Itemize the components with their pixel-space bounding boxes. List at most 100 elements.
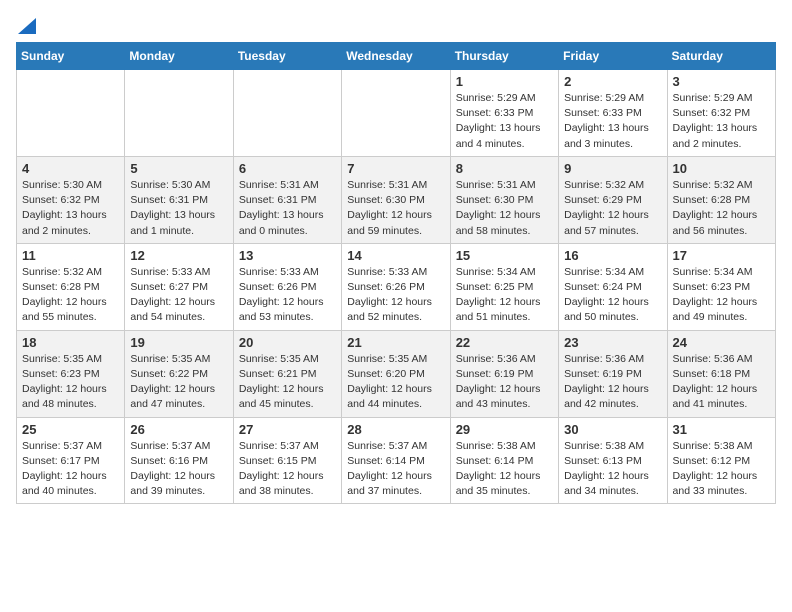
calendar-cell: 22Sunrise: 5:36 AM Sunset: 6:19 PM Dayli… (450, 330, 558, 417)
day-info: Sunrise: 5:34 AM Sunset: 6:23 PM Dayligh… (673, 265, 770, 326)
day-info: Sunrise: 5:38 AM Sunset: 6:12 PM Dayligh… (673, 439, 770, 500)
day-number: 17 (673, 248, 770, 263)
weekday-header-saturday: Saturday (667, 43, 775, 70)
calendar-cell: 16 Sunrise: 5:34 AM Sunset: 6:24 PM Dayli… (559, 243, 667, 330)
calendar-cell: 13Sunrise: 5:33 AM Sunset: 6:26 PM Dayli… (233, 243, 341, 330)
calendar-week-1: 1 Sunrise: 5:29 AM Sunset: 6:33 PM Daylig… (17, 70, 776, 157)
day-number: 16 (564, 248, 661, 263)
calendar-cell: 27Sunrise: 5:37 AM Sunset: 6:15 PM Dayli… (233, 417, 341, 504)
day-number: 12 (130, 248, 227, 263)
day-number: 18 (22, 335, 119, 350)
weekday-header-monday: Monday (125, 43, 233, 70)
day-number: 21 (347, 335, 444, 350)
day-info: Sunrise: 5:33 AM Sunset: 6:26 PM Dayligh… (239, 265, 336, 326)
day-number: 1 (456, 74, 553, 89)
day-info: Sunrise: 5:32 AM Sunset: 6:29 PM Dayligh… (564, 178, 661, 239)
day-info: Sunrise: 5:37 AM Sunset: 6:17 PM Dayligh… (22, 439, 119, 500)
day-info: Sunrise: 5:29 AM Sunset: 6:33 PM Dayligh… (564, 91, 661, 152)
calendar-cell: 10 Sunrise: 5:32 AM Sunset: 6:28 PM Dayli… (667, 156, 775, 243)
day-info: Sunrise: 5:35 AM Sunset: 6:23 PM Dayligh… (22, 352, 119, 413)
day-info: Sunrise: 5:30 AM Sunset: 6:31 PM Dayligh… (130, 178, 227, 239)
calendar-cell: 25 Sunrise: 5:37 AM Sunset: 6:17 PM Dayli… (17, 417, 125, 504)
day-number: 2 (564, 74, 661, 89)
day-info: Sunrise: 5:36 AM Sunset: 6:19 PM Dayligh… (564, 352, 661, 413)
calendar-cell: 5 Sunrise: 5:30 AM Sunset: 6:31 PM Daylig… (125, 156, 233, 243)
day-number: 8 (456, 161, 553, 176)
weekday-header-friday: Friday (559, 43, 667, 70)
day-info: Sunrise: 5:38 AM Sunset: 6:13 PM Dayligh… (564, 439, 661, 500)
calendar-week-5: 25 Sunrise: 5:37 AM Sunset: 6:17 PM Dayli… (17, 417, 776, 504)
day-info: Sunrise: 5:34 AM Sunset: 6:25 PM Dayligh… (456, 265, 553, 326)
day-number: 22 (456, 335, 553, 350)
calendar-cell (342, 70, 450, 157)
day-number: 29 (456, 422, 553, 437)
calendar-cell: 20 Sunrise: 5:35 AM Sunset: 6:21 PM Dayli… (233, 330, 341, 417)
day-number: 4 (22, 161, 119, 176)
day-info: Sunrise: 5:31 AM Sunset: 6:30 PM Dayligh… (456, 178, 553, 239)
day-info: Sunrise: 5:37 AM Sunset: 6:15 PM Dayligh… (239, 439, 336, 500)
weekday-header-tuesday: Tuesday (233, 43, 341, 70)
calendar-cell: 2 Sunrise: 5:29 AM Sunset: 6:33 PM Daylig… (559, 70, 667, 157)
day-number: 15 (456, 248, 553, 263)
calendar-week-2: 4 Sunrise: 5:30 AM Sunset: 6:32 PM Daylig… (17, 156, 776, 243)
calendar-cell: 9 Sunrise: 5:32 AM Sunset: 6:29 PM Daylig… (559, 156, 667, 243)
calendar-cell: 3 Sunrise: 5:29 AM Sunset: 6:32 PM Daylig… (667, 70, 775, 157)
day-number: 9 (564, 161, 661, 176)
day-number: 31 (673, 422, 770, 437)
day-info: Sunrise: 5:29 AM Sunset: 6:32 PM Dayligh… (673, 91, 770, 152)
calendar-cell: 28Sunrise: 5:37 AM Sunset: 6:14 PM Dayli… (342, 417, 450, 504)
calendar-week-3: 11 Sunrise: 5:32 AM Sunset: 6:28 PM Dayli… (17, 243, 776, 330)
day-info: Sunrise: 5:32 AM Sunset: 6:28 PM Dayligh… (673, 178, 770, 239)
calendar-cell: 7 Sunrise: 5:31 AM Sunset: 6:30 PM Daylig… (342, 156, 450, 243)
day-info: Sunrise: 5:33 AM Sunset: 6:26 PM Dayligh… (347, 265, 444, 326)
day-info: Sunrise: 5:35 AM Sunset: 6:21 PM Dayligh… (239, 352, 336, 413)
weekday-header-wednesday: Wednesday (342, 43, 450, 70)
calendar-cell: 19Sunrise: 5:35 AM Sunset: 6:22 PM Dayli… (125, 330, 233, 417)
calendar-cell: 17 Sunrise: 5:34 AM Sunset: 6:23 PM Dayli… (667, 243, 775, 330)
day-info: Sunrise: 5:35 AM Sunset: 6:22 PM Dayligh… (130, 352, 227, 413)
day-info: Sunrise: 5:29 AM Sunset: 6:33 PM Dayligh… (456, 91, 553, 152)
day-number: 23 (564, 335, 661, 350)
day-number: 30 (564, 422, 661, 437)
day-number: 5 (130, 161, 227, 176)
day-number: 6 (239, 161, 336, 176)
calendar-cell: 6Sunrise: 5:31 AM Sunset: 6:31 PM Daylig… (233, 156, 341, 243)
calendar-cell: 23 Sunrise: 5:36 AM Sunset: 6:19 PM Dayli… (559, 330, 667, 417)
calendar-header-row: SundayMondayTuesdayWednesdayThursdayFrid… (17, 43, 776, 70)
calendar-cell: 11 Sunrise: 5:32 AM Sunset: 6:28 PM Dayli… (17, 243, 125, 330)
day-number: 7 (347, 161, 444, 176)
day-number: 20 (239, 335, 336, 350)
calendar-cell: 18 Sunrise: 5:35 AM Sunset: 6:23 PM Dayli… (17, 330, 125, 417)
calendar-cell: 15 Sunrise: 5:34 AM Sunset: 6:25 PM Dayli… (450, 243, 558, 330)
day-info: Sunrise: 5:32 AM Sunset: 6:28 PM Dayligh… (22, 265, 119, 326)
day-number: 25 (22, 422, 119, 437)
calendar-table: SundayMondayTuesdayWednesdayThursdayFrid… (16, 42, 776, 504)
calendar-cell: 1 Sunrise: 5:29 AM Sunset: 6:33 PM Daylig… (450, 70, 558, 157)
day-number: 28 (347, 422, 444, 437)
day-info: Sunrise: 5:34 AM Sunset: 6:24 PM Dayligh… (564, 265, 661, 326)
day-info: Sunrise: 5:33 AM Sunset: 6:27 PM Dayligh… (130, 265, 227, 326)
day-number: 14 (347, 248, 444, 263)
weekday-header-sunday: Sunday (17, 43, 125, 70)
page-header (16, 16, 776, 34)
calendar-cell: 24 Sunrise: 5:36 AM Sunset: 6:18 PM Dayli… (667, 330, 775, 417)
day-info: Sunrise: 5:35 AM Sunset: 6:20 PM Dayligh… (347, 352, 444, 413)
day-info: Sunrise: 5:31 AM Sunset: 6:30 PM Dayligh… (347, 178, 444, 239)
day-number: 26 (130, 422, 227, 437)
calendar-cell: 31 Sunrise: 5:38 AM Sunset: 6:12 PM Dayli… (667, 417, 775, 504)
day-number: 11 (22, 248, 119, 263)
calendar-cell: 12 Sunrise: 5:33 AM Sunset: 6:27 PM Dayli… (125, 243, 233, 330)
calendar-cell (17, 70, 125, 157)
day-number: 24 (673, 335, 770, 350)
logo (16, 16, 36, 34)
day-info: Sunrise: 5:36 AM Sunset: 6:18 PM Dayligh… (673, 352, 770, 413)
day-info: Sunrise: 5:30 AM Sunset: 6:32 PM Dayligh… (22, 178, 119, 239)
day-number: 10 (673, 161, 770, 176)
logo-arrow-icon (18, 18, 36, 34)
calendar-cell: 26Sunrise: 5:37 AM Sunset: 6:16 PM Dayli… (125, 417, 233, 504)
calendar-week-4: 18 Sunrise: 5:35 AM Sunset: 6:23 PM Dayli… (17, 330, 776, 417)
calendar-cell: 14 Sunrise: 5:33 AM Sunset: 6:26 PM Dayli… (342, 243, 450, 330)
calendar-cell (233, 70, 341, 157)
calendar-cell: 21 Sunrise: 5:35 AM Sunset: 6:20 PM Dayli… (342, 330, 450, 417)
day-number: 3 (673, 74, 770, 89)
